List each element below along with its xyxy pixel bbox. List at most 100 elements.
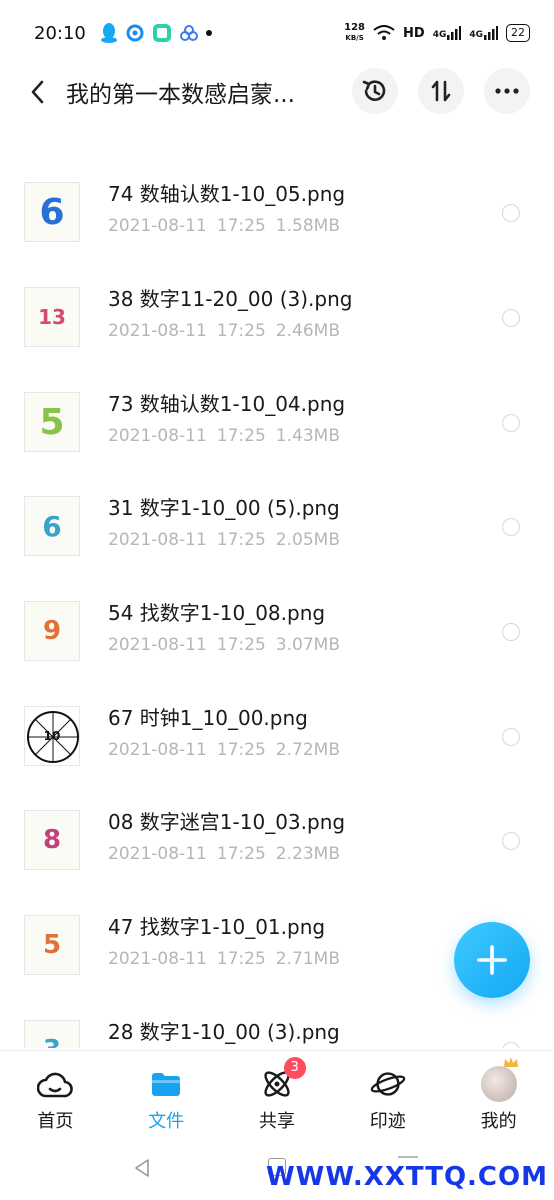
thumbnail-glyph: 3 — [25, 1021, 79, 1048]
file-row[interactable]: 5 73 数轴认数1-10_04.png 2021-08-11 17:25 1.43… — [0, 384, 554, 488]
thumbnail-glyph: 13 — [38, 305, 66, 329]
file-name: 74 数轴认数1-10_05.png — [108, 182, 346, 206]
battery-indicator: 22 — [506, 24, 530, 42]
file-name: 08 数字迷宫1-10_03.png — [108, 810, 346, 834]
file-thumbnail: 9 — [24, 601, 80, 661]
file-time: 17:25 — [216, 740, 266, 760]
file-name: 47 找数字1-10_01.png — [108, 915, 326, 939]
wifi-icon — [373, 25, 395, 40]
select-radio[interactable] — [502, 728, 520, 746]
file-thumbnail: 8 — [24, 810, 80, 870]
thumbnail-glyph: 6 — [42, 509, 62, 543]
file-size: 2.72MB — [275, 740, 340, 760]
file-row[interactable]: 10 67 时钟1_10_00.png 2021-08-11 17:25 2.72M… — [0, 698, 554, 802]
select-radio[interactable] — [502, 204, 520, 222]
file-time: 17:25 — [216, 216, 266, 236]
file-thumbnail: 6 — [24, 496, 80, 556]
select-radio[interactable] — [502, 414, 520, 432]
file-meta: 2021-08-11 17:25 3.07MB — [108, 635, 350, 655]
file-name: 67 时钟1_10_00.png — [108, 706, 308, 730]
nav-label-home: 首页 — [37, 1111, 74, 1132]
thumbnail-glyph: 5 — [42, 930, 62, 960]
file-meta: 2021-08-11 17:25 1.58MB — [108, 216, 350, 236]
signal-bars-icon — [484, 26, 498, 40]
avatar — [480, 1057, 518, 1102]
file-meta: 2021-08-11 17:25 2.23MB — [108, 844, 350, 864]
select-radio[interactable] — [502, 309, 520, 327]
net-speed: 128 KB/S — [344, 23, 365, 43]
select-radio[interactable] — [502, 832, 520, 850]
file-row[interactable]: 6 74 数轴认数1-10_05.png 2021-08-11 17:25 1.58… — [0, 174, 554, 278]
notification-badge: 3 — [283, 1057, 306, 1079]
status-right: 128 KB/S HD 4G 4G 22 — [344, 23, 530, 43]
status-time: 20:10 — [34, 22, 86, 44]
select-radio[interactable] — [502, 1042, 520, 1048]
file-date: 2021-08-11 — [108, 740, 207, 760]
file-row[interactable]: 13 38 数字11-20_00 (3).png 2021-08-11 17:25… — [0, 279, 554, 383]
file-time: 17:25 — [216, 530, 266, 550]
file-row[interactable]: 6 31 数字1-10_00 (5).png 2021-08-11 17:25 2.… — [0, 488, 554, 592]
history-icon — [362, 80, 386, 101]
thumbnail-glyph: 8 — [42, 825, 62, 855]
signal-4g-2: 4G — [469, 26, 498, 40]
nav-files[interactable]: 文件 — [111, 1051, 222, 1141]
file-time: 17:25 — [216, 426, 266, 446]
file-meta: 2021-08-11 17:25 2.46MB — [108, 321, 350, 341]
signal-4g-1-label: 4G — [432, 30, 447, 40]
file-size: 1.43MB — [275, 426, 340, 446]
file-name: 28 数字1-10_00 (3).png — [108, 1020, 340, 1044]
signal-4g-1: 4G — [433, 26, 462, 40]
plus-icon — [477, 945, 507, 975]
status-bar: 20:10 128 KB/S HD 4G 4G 22 — [0, 0, 554, 66]
file-name: 31 数字1-10_00 (5).png — [108, 496, 340, 520]
net-speed-value: 128 — [344, 22, 366, 33]
more-button[interactable] — [484, 68, 530, 114]
cloud-home-icon — [37, 1067, 74, 1101]
file-row[interactable]: 8 08 数字迷宫1-10_03.png 2021-08-11 17:25 2.23… — [0, 802, 554, 906]
file-thumbnail: 13 — [24, 287, 80, 347]
back-button[interactable] — [22, 77, 52, 107]
app-square-icon — [152, 24, 171, 42]
file-thumbnail: 6 — [24, 182, 80, 242]
select-radio[interactable] — [502, 623, 520, 641]
file-date: 2021-08-11 — [108, 216, 207, 236]
folder-icon — [148, 1067, 184, 1101]
file-thumbnail: 10 — [24, 706, 80, 766]
nav-traces[interactable]: 印迹 — [332, 1051, 443, 1141]
select-radio[interactable] — [502, 518, 520, 536]
file-date: 2021-08-11 — [108, 426, 207, 446]
cluster-icon — [179, 25, 198, 41]
thumbnail-glyph: 10 — [43, 729, 61, 743]
history-button[interactable] — [352, 68, 398, 114]
page-title: 我的第一本数感启蒙... — [66, 82, 295, 108]
nav-home[interactable]: 首页 — [0, 1051, 111, 1141]
sort-icon — [431, 80, 451, 102]
file-size: 2.23MB — [275, 844, 340, 864]
planet-icon — [370, 1067, 406, 1101]
file-size: 3.07MB — [275, 635, 340, 655]
nav-me[interactable]: 我的 — [443, 1051, 554, 1141]
file-row[interactable]: 9 54 找数字1-10_08.png 2021-08-11 17:25 3.07M… — [0, 593, 554, 697]
sort-button[interactable] — [418, 68, 464, 114]
nav-share[interactable]: 3 共享 — [222, 1051, 333, 1141]
file-time: 17:25 — [216, 635, 266, 655]
file-list[interactable]: 6 74 数轴认数1-10_05.png 2021-08-11 17:25 1.58… — [0, 140, 554, 1048]
file-date: 2021-08-11 — [108, 530, 207, 550]
file-thumbnail: 5 — [24, 392, 80, 452]
system-back-icon[interactable] — [132, 1158, 152, 1178]
file-date: 2021-08-11 — [108, 321, 207, 341]
file-thumbnail: 3 — [24, 1020, 80, 1048]
file-name: 54 找数字1-10_08.png — [108, 601, 326, 625]
file-date: 2021-08-11 — [108, 635, 207, 655]
system-recent-icon[interactable] — [398, 1156, 418, 1158]
file-time: 17:25 — [216, 321, 266, 341]
notification-icons — [100, 22, 212, 44]
system-nav-bar: WWW.XXTTQ.COM — [0, 1140, 554, 1200]
file-meta: 2021-08-11 17:25 2.71MB — [108, 949, 350, 969]
bottom-nav: 首页 文件 3 共享 印迹 我的 — [0, 1050, 554, 1140]
file-size: 2.46MB — [275, 321, 340, 341]
file-date: 2021-08-11 — [108, 949, 207, 969]
add-button[interactable] — [454, 922, 530, 998]
file-row[interactable]: 3 28 数字1-10_00 (3).png — [0, 1012, 554, 1048]
file-meta: 2021-08-11 17:25 2.05MB — [108, 530, 350, 550]
